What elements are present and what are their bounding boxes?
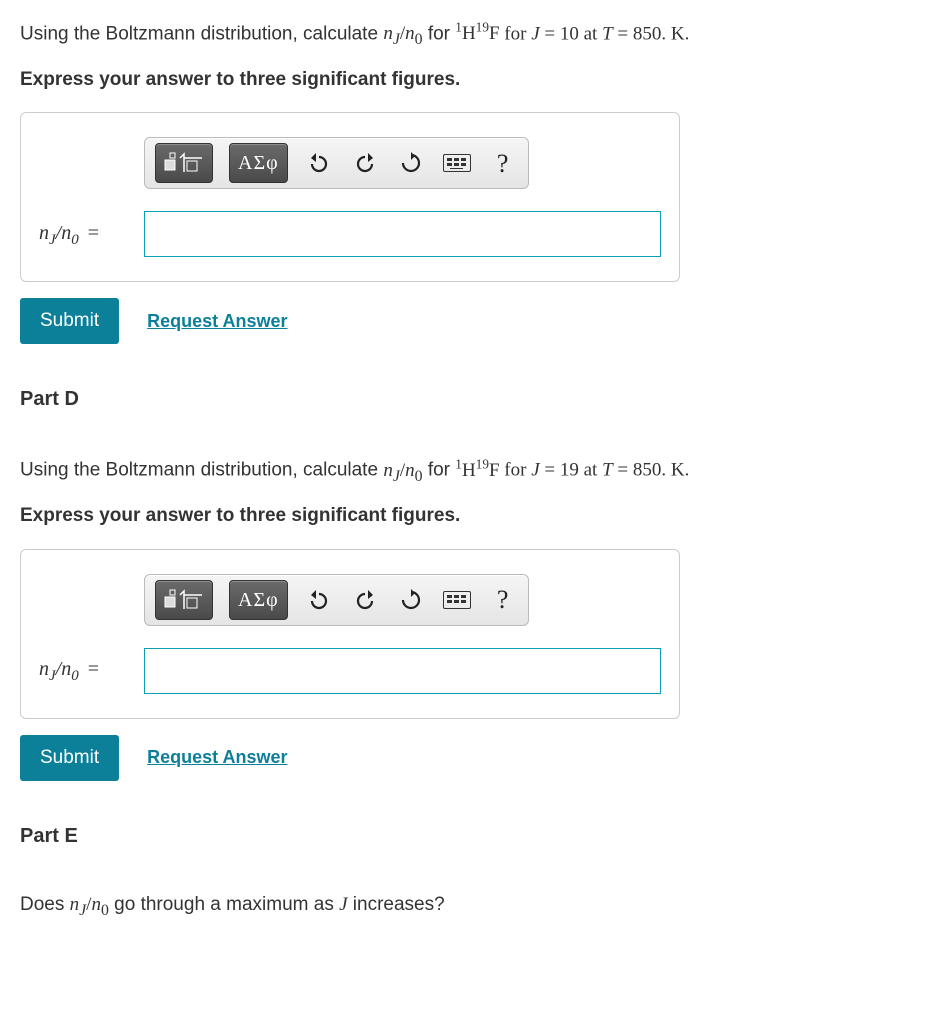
symbols-label: ΑΣφ bbox=[238, 585, 279, 615]
q-for: for bbox=[423, 23, 456, 44]
redo-button[interactable] bbox=[350, 585, 380, 615]
reset-icon bbox=[400, 589, 422, 611]
question-text-part-e: Does nJ/n0 go through a maximum as J inc… bbox=[20, 891, 931, 923]
symbols-button[interactable]: ΑΣφ bbox=[229, 580, 288, 620]
help-label: ? bbox=[497, 580, 509, 619]
undo-icon bbox=[308, 590, 330, 610]
redo-button[interactable] bbox=[350, 148, 380, 178]
request-answer-link-part-c[interactable]: Request Answer bbox=[147, 308, 287, 335]
undo-button[interactable] bbox=[304, 585, 334, 615]
answer-box-part-c: ΑΣφ ? nJ/n0 = bbox=[20, 112, 680, 282]
templates-icon bbox=[164, 589, 204, 611]
help-button[interactable]: ? bbox=[488, 148, 518, 178]
formula-toolbar-d: ΑΣφ ? bbox=[144, 574, 529, 626]
reset-button[interactable] bbox=[396, 148, 426, 178]
request-answer-link-part-d[interactable]: Request Answer bbox=[147, 744, 287, 771]
reset-button[interactable] bbox=[396, 585, 426, 615]
help-label: ? bbox=[497, 144, 509, 183]
answer-input-part-d[interactable] bbox=[144, 648, 661, 694]
instruction-part-c: Express your answer to three significant… bbox=[20, 66, 931, 95]
submit-button-part-d[interactable]: Submit bbox=[20, 735, 119, 781]
templates-icon bbox=[164, 152, 204, 174]
part-d-heading: Part D bbox=[20, 384, 931, 414]
part-e-heading: Part E bbox=[20, 821, 931, 851]
answer-lhs: nJ/n0 = bbox=[39, 218, 144, 252]
question-text-part-c: Using the Boltzmann distribution, calcul… bbox=[20, 18, 931, 52]
symbols-button[interactable]: ΑΣφ bbox=[229, 143, 288, 183]
q-for-d: for bbox=[423, 460, 456, 481]
redo-icon bbox=[354, 153, 376, 173]
redo-icon bbox=[354, 590, 376, 610]
help-button[interactable]: ? bbox=[488, 585, 518, 615]
answer-box-part-d: ΑΣφ ? nJ/n0 = bbox=[20, 549, 680, 719]
q-prefix-d: Using the Boltzmann distribution, calcul… bbox=[20, 460, 383, 481]
submit-button-part-c[interactable]: Submit bbox=[20, 298, 119, 344]
question-text-part-d: Using the Boltzmann distribution, calcul… bbox=[20, 454, 931, 488]
undo-button[interactable] bbox=[304, 148, 334, 178]
q-prefix: Using the Boltzmann distribution, calcul… bbox=[20, 23, 383, 44]
answer-input-part-c[interactable] bbox=[144, 211, 661, 257]
reset-icon bbox=[400, 152, 422, 174]
answer-lhs-d: nJ/n0 = bbox=[39, 654, 144, 688]
templates-button[interactable] bbox=[155, 143, 213, 183]
formula-toolbar: ΑΣφ ? bbox=[144, 137, 529, 189]
keyboard-icon bbox=[443, 591, 471, 609]
keyboard-button[interactable] bbox=[442, 148, 472, 178]
undo-icon bbox=[308, 153, 330, 173]
templates-button[interactable] bbox=[155, 580, 213, 620]
instruction-part-d: Express your answer to three significant… bbox=[20, 502, 931, 531]
keyboard-button[interactable] bbox=[442, 585, 472, 615]
symbols-label: ΑΣφ bbox=[238, 148, 279, 178]
keyboard-icon bbox=[443, 154, 471, 172]
